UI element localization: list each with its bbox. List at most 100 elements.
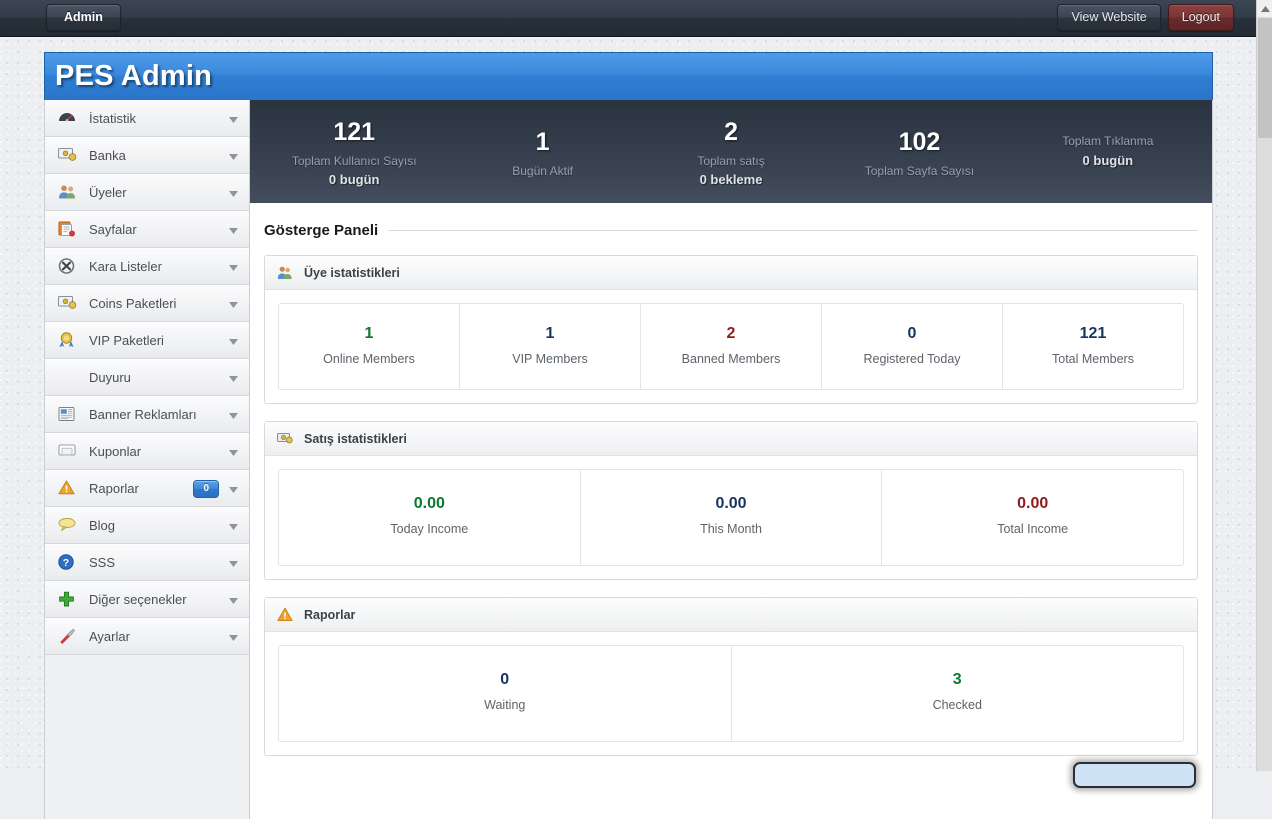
none	[58, 369, 80, 387]
sales-stat-caption: Total Income	[997, 522, 1069, 536]
reports-stat-caption: Waiting	[484, 698, 526, 712]
chevron-down-icon[interactable]	[229, 407, 239, 422]
chevron-down-icon[interactable]	[229, 296, 239, 311]
sidebar-item-3[interactable]: Sayfalar	[45, 211, 249, 248]
sidebar-item-11[interactable]: Blog	[45, 507, 249, 544]
summary-stat-4: Toplam Tıklanma 0 bugün	[1014, 132, 1202, 171]
sales-stat-cell: 0.00 This Month	[579, 470, 882, 565]
panel-title: Raporlar	[304, 607, 356, 622]
svg-text:?: ?	[63, 556, 69, 568]
reports-stat-value: 0	[500, 671, 510, 688]
summary-stat-sub: 0 bugün	[1082, 152, 1134, 168]
main-content: 121 Toplam Kullanıcı Sayısı 0 bugün 1 Bugün …	[250, 100, 1213, 819]
sales-statistics-panel: Satış istatistikleri 0.00 Today Income 0.0…	[264, 421, 1198, 580]
help-icon: ?	[58, 553, 80, 572]
chevron-down-icon[interactable]	[229, 629, 239, 644]
reports-stat-cell: 0 Waiting	[279, 646, 731, 741]
sidebar-item-label: Üyeler	[89, 185, 127, 200]
chevron-down-icon[interactable]	[229, 370, 239, 385]
users-icon	[277, 265, 295, 281]
chevron-down-icon[interactable]	[229, 555, 239, 570]
sidebar-item-10[interactable]: Raporlar 0	[45, 470, 249, 507]
reports-header: Raporlar	[265, 598, 1197, 632]
chevron-down-icon[interactable]	[229, 111, 239, 126]
top-navigation-bar: Admin View Website Logout	[0, 0, 1256, 37]
members-stat-value: 2	[726, 325, 736, 342]
sidebar-item-9[interactable]: Kuponlar	[45, 433, 249, 470]
page-scrollbar[interactable]	[1256, 0, 1272, 771]
members-stat-caption: Registered Today	[863, 352, 961, 366]
members-stat-caption: Total Members	[1052, 352, 1134, 366]
sidebar-item-label: Duyuru	[89, 370, 131, 385]
admin-button[interactable]: Admin	[46, 4, 121, 31]
summary-stat-value: 2	[724, 117, 738, 146]
members-stat-cell: 121 Total Members	[1002, 304, 1183, 389]
panel-title: Satış istatistikleri	[304, 431, 407, 446]
scroll-up-arrow-icon[interactable]	[1257, 0, 1272, 17]
reports-stat-caption: Checked	[932, 698, 982, 712]
money-icon	[277, 431, 295, 447]
money-icon	[58, 147, 80, 165]
reports-body: 0 Waiting 3 Checked	[265, 632, 1197, 755]
sidebar-item-13[interactable]: Diğer seçenekler	[45, 581, 249, 618]
sidebar-item-1[interactable]: Banka	[45, 137, 249, 174]
summary-stat-value: 102	[898, 127, 941, 156]
chevron-down-icon[interactable]	[229, 518, 239, 533]
sidebar-item-label: VIP Paketleri	[89, 333, 164, 348]
sales-stat-value: 0.00	[715, 495, 747, 512]
sidebar-item-badge: 0	[193, 479, 219, 498]
sidebar-item-6[interactable]: VIP Paketleri	[45, 322, 249, 359]
chevron-down-icon[interactable]	[229, 481, 239, 496]
sidebar-item-4[interactable]: Kara Listeler	[45, 248, 249, 285]
members-stat-cell: 0 Registered Today	[821, 304, 1002, 389]
sidebar-item-14[interactable]: Ayarlar	[45, 618, 249, 655]
summary-stat-0: 121 Toplam Kullanıcı Sayısı 0 bugün	[260, 113, 448, 190]
chevron-down-icon[interactable]	[229, 222, 239, 237]
scrollbar-thumb[interactable]	[1258, 18, 1272, 138]
page-title: Gösterge Paneli	[264, 222, 379, 239]
member-stats-row: 1 Online Members 1 VIP Members 2 Banned Membe…	[278, 303, 1184, 390]
summary-stat-2: 2 Toplam satış 0 bekleme	[637, 113, 825, 190]
sidebar-item-label: Banner Reklamları	[89, 407, 197, 422]
coupon-icon	[58, 443, 80, 461]
top-right-actions: View Website Logout	[1057, 4, 1234, 31]
sidebar-item-label: Sayfalar	[89, 222, 137, 237]
members-stat-cell: 1 Online Members	[279, 304, 459, 389]
chevron-down-icon[interactable]	[229, 148, 239, 163]
medal-icon	[58, 331, 80, 350]
logout-button[interactable]: Logout	[1167, 4, 1234, 31]
comment-icon	[58, 517, 80, 535]
sales-stat-caption: This Month	[700, 522, 762, 536]
reports-panel: Raporlar 0 Waiting 3 Checked	[264, 597, 1198, 756]
sidebar-item-12[interactable]: ? SSS	[45, 544, 249, 581]
sidebar-item-label: Kuponlar	[89, 444, 142, 459]
partially-visible-action-button[interactable]	[1073, 762, 1196, 788]
sales-stat-value: 0.00	[1017, 495, 1049, 512]
members-stat-caption: Banned Members	[681, 352, 781, 366]
pages-icon	[58, 221, 80, 239]
summary-stat-sub: 0 bugün	[328, 172, 380, 188]
sidebar-item-label: Diğer seçenekler	[89, 592, 187, 607]
view-website-button[interactable]: View Website	[1057, 4, 1161, 31]
sidebar-menu: İstatistik Banka Üyeler Sayfalar Kara Listel…	[44, 100, 250, 819]
chevron-down-icon[interactable]	[229, 333, 239, 348]
chevron-down-icon[interactable]	[229, 185, 239, 200]
page-title-row: Gösterge Paneli	[264, 222, 1198, 239]
panel-title: Üye istatistikleri	[304, 265, 400, 280]
sidebar-item-5[interactable]: Coins Paketleri	[45, 285, 249, 322]
sidebar-item-8[interactable]: Banner Reklamları	[45, 396, 249, 433]
summary-stat-value: 1	[535, 127, 550, 156]
sidebar-item-0[interactable]: İstatistik	[45, 100, 249, 137]
chevron-down-icon[interactable]	[229, 259, 239, 274]
summary-stat-3: 102 Toplam Sayfa Sayısı	[825, 123, 1013, 180]
chevron-down-icon[interactable]	[229, 444, 239, 459]
sidebar-item-7[interactable]: Duyuru	[45, 359, 249, 396]
members-stat-caption: Online Members	[323, 352, 415, 366]
sidebar-item-2[interactable]: Üyeler	[45, 174, 249, 211]
blacklist-icon	[58, 257, 80, 276]
sales-statistics-body: 0.00 Today Income 0.00 This Month 0.00 Total …	[265, 456, 1197, 579]
summary-stat-value: 121	[333, 117, 376, 146]
sidebar-item-label: SSS	[89, 555, 116, 570]
brand-header: PES Admin	[44, 52, 1213, 100]
chevron-down-icon[interactable]	[229, 592, 239, 607]
